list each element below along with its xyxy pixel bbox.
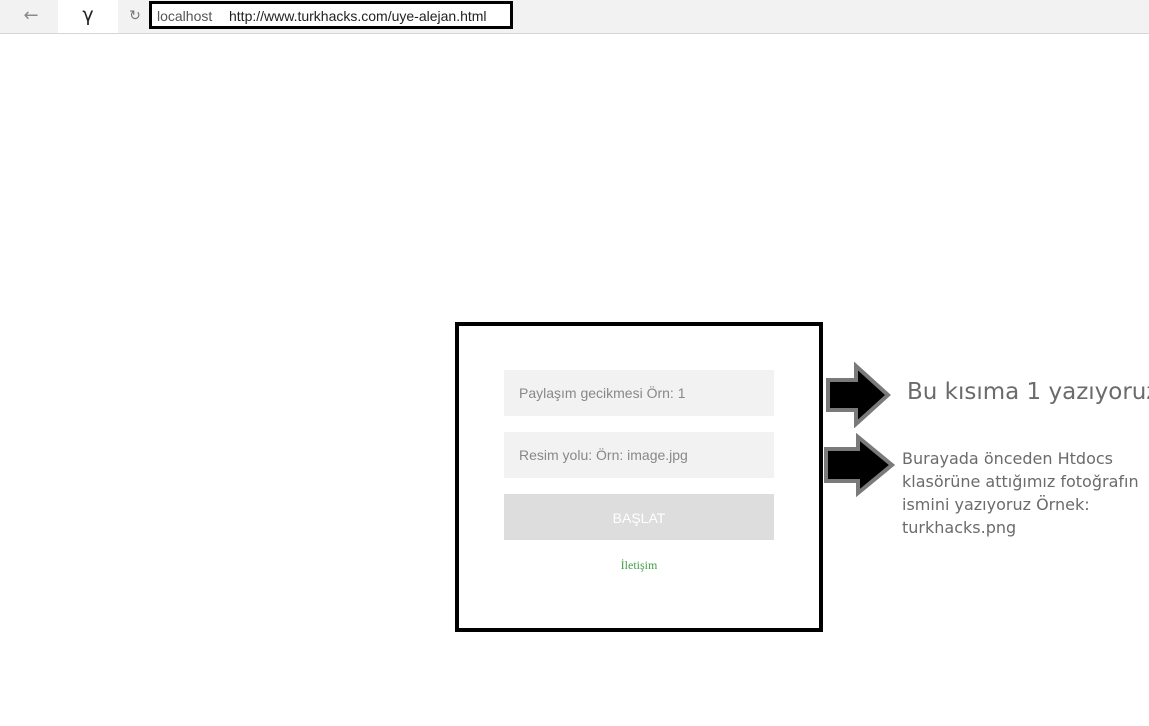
address-host: localhost — [157, 8, 213, 24]
address-bar[interactable]: localhost http://www.turkhacks.com/uye-a… — [149, 1, 513, 29]
arrow-right-icon — [824, 433, 896, 497]
address-url: http://www.turkhacks.com/uye-alejan.html — [229, 8, 487, 24]
reload-icon[interactable]: ↻ — [126, 7, 144, 25]
form-card: BAŞLAT İletişim — [455, 322, 823, 632]
image-path-annotation: Burayada önceden Htdocs klasörüne attığı… — [902, 449, 1139, 537]
back-arrow-icon[interactable]: ← — [20, 6, 42, 26]
arrow-right-icon — [826, 362, 891, 428]
browser-toolbar: ← γ ↻ localhost http://www.turkhacks.com… — [0, 0, 1149, 34]
contact-link[interactable]: İletişim — [459, 558, 819, 573]
start-button[interactable]: BAŞLAT — [504, 494, 774, 540]
tab-glyph[interactable]: γ — [80, 3, 96, 27]
image-path-input[interactable] — [504, 432, 774, 478]
delay-annotation: Bu kısıma 1 yazıyoruz! — [907, 379, 1149, 405]
delay-input[interactable] — [504, 370, 774, 416]
